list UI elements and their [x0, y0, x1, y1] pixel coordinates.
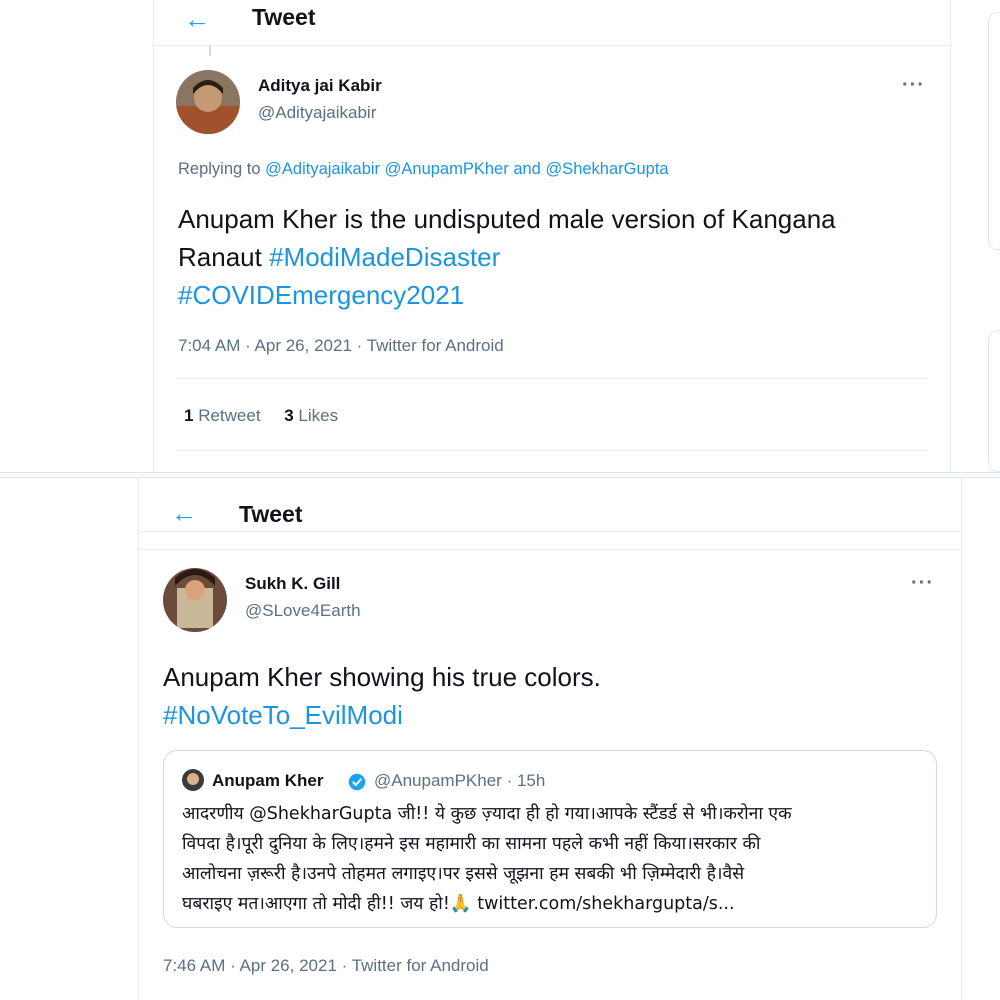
replying-to: Replying to @Adityajaikabir @AnupamPKher…: [178, 160, 669, 179]
avatar[interactable]: [163, 568, 227, 632]
quoted-text-line: आलोचना ज़रूरी है।उनपे तोहमत लगाइए।पर इसस…: [182, 864, 745, 884]
tweet-body: Anupam Kher showing his true colors.: [163, 662, 601, 692]
avatar: [182, 769, 204, 791]
retweet-count: 1: [184, 406, 194, 425]
divider: [176, 450, 928, 451]
retweet-label[interactable]: Retweet: [198, 406, 260, 425]
tweet-stats: 1 Retweet 3 Likes: [184, 406, 338, 426]
more-dots-icon[interactable]: ···: [911, 572, 934, 595]
replying-prefix: Replying to: [178, 160, 261, 178]
divider: [139, 549, 961, 550]
like-count: 3: [284, 406, 294, 425]
quoted-text-line: आदरणीय @ShekharGupta जी!! ये कुछ ज़्यादा…: [182, 804, 792, 824]
tweet-panel-1: ← Tweet Aditya jai Kabir @Adityajaikabir…: [153, 0, 951, 472]
hashtag-link[interactable]: #ModiMadeDisaster: [269, 242, 500, 272]
quoted-handle-time: @AnupamPKher · 15h: [374, 771, 545, 791]
hashtag-link[interactable]: #COVIDEmergency2021: [178, 280, 464, 310]
header-title: Tweet: [252, 4, 316, 30]
quoted-author-handle: @AnupamPKher: [374, 771, 502, 790]
tweet-timestamp[interactable]: 7:46 AM · Apr 26, 2021 · Twitter for And…: [163, 956, 489, 976]
author-handle[interactable]: @Adityajaikabir: [258, 103, 376, 123]
hashtag-link[interactable]: #NoVoteTo_EvilModi: [163, 700, 403, 730]
quoted-tweet-text: आदरणीय @ShekharGupta जी!! ये कुछ ज़्यादा…: [182, 799, 926, 919]
quoted-tweet[interactable]: Anupam Kher @AnupamPKher · 15h आदरणीय @S…: [163, 750, 937, 928]
reply-mention-link[interactable]: @AnupamPKher: [385, 160, 509, 178]
quoted-age: · 15h: [506, 771, 546, 790]
tweet-panel-2: ← Tweet Sukh K. Gill @SLove4Earth ··· An…: [138, 478, 962, 1000]
quoted-text-line: विपदा है।पूरी दुनिया के लिए।हमने इस महाम…: [182, 834, 761, 854]
reply-and: and: [513, 160, 541, 178]
author-name[interactable]: Aditya jai Kabir: [258, 76, 382, 96]
more-dots-icon[interactable]: ···: [902, 74, 925, 97]
author-handle[interactable]: @SLove4Earth: [245, 601, 361, 621]
quoted-text-line: घबराइए मत।आएगा तो मोदी ही!! जय हो!🙏 twit…: [182, 894, 735, 914]
arrow-left-icon[interactable]: ←: [171, 500, 197, 526]
tweet-text: Anupam Kher showing his true colors. #No…: [163, 658, 923, 734]
reply-mention-link[interactable]: @ShekharGupta: [545, 160, 668, 178]
tweet-header: ← Tweet: [139, 478, 961, 532]
divider: [176, 378, 928, 379]
avatar[interactable]: [176, 70, 240, 134]
verified-badge-icon: [348, 773, 366, 791]
header-title: Tweet: [239, 501, 303, 527]
side-panel-edge: [988, 330, 1000, 472]
quoted-author-name: Anupam Kher: [212, 771, 324, 790]
tweet-timestamp[interactable]: 7:04 AM · Apr 26, 2021 · Twitter for And…: [178, 336, 504, 356]
side-panel-edge: [988, 12, 1000, 250]
tweet-header: ← Tweet: [154, 0, 950, 46]
like-label[interactable]: Likes: [298, 406, 338, 425]
reply-mention-link[interactable]: @Adityajaikabir: [265, 160, 380, 178]
arrow-left-icon[interactable]: ←: [184, 6, 210, 32]
tweet-text: Anupam Kher is the undisputed male versi…: [178, 200, 878, 314]
thread-line: [209, 46, 211, 56]
author-name[interactable]: Sukh K. Gill: [245, 574, 340, 594]
